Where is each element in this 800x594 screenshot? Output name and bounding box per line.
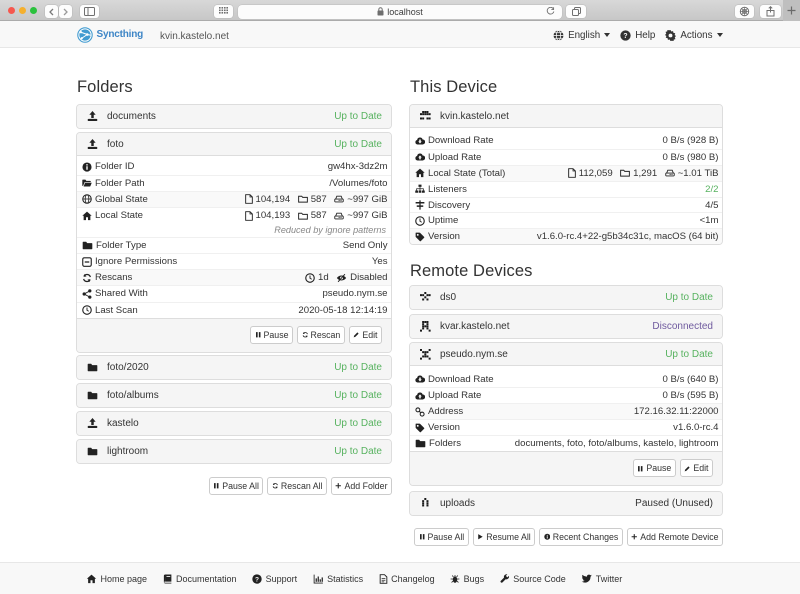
svg-text:?: ? (255, 576, 259, 583)
svg-text:?: ? (624, 32, 628, 39)
